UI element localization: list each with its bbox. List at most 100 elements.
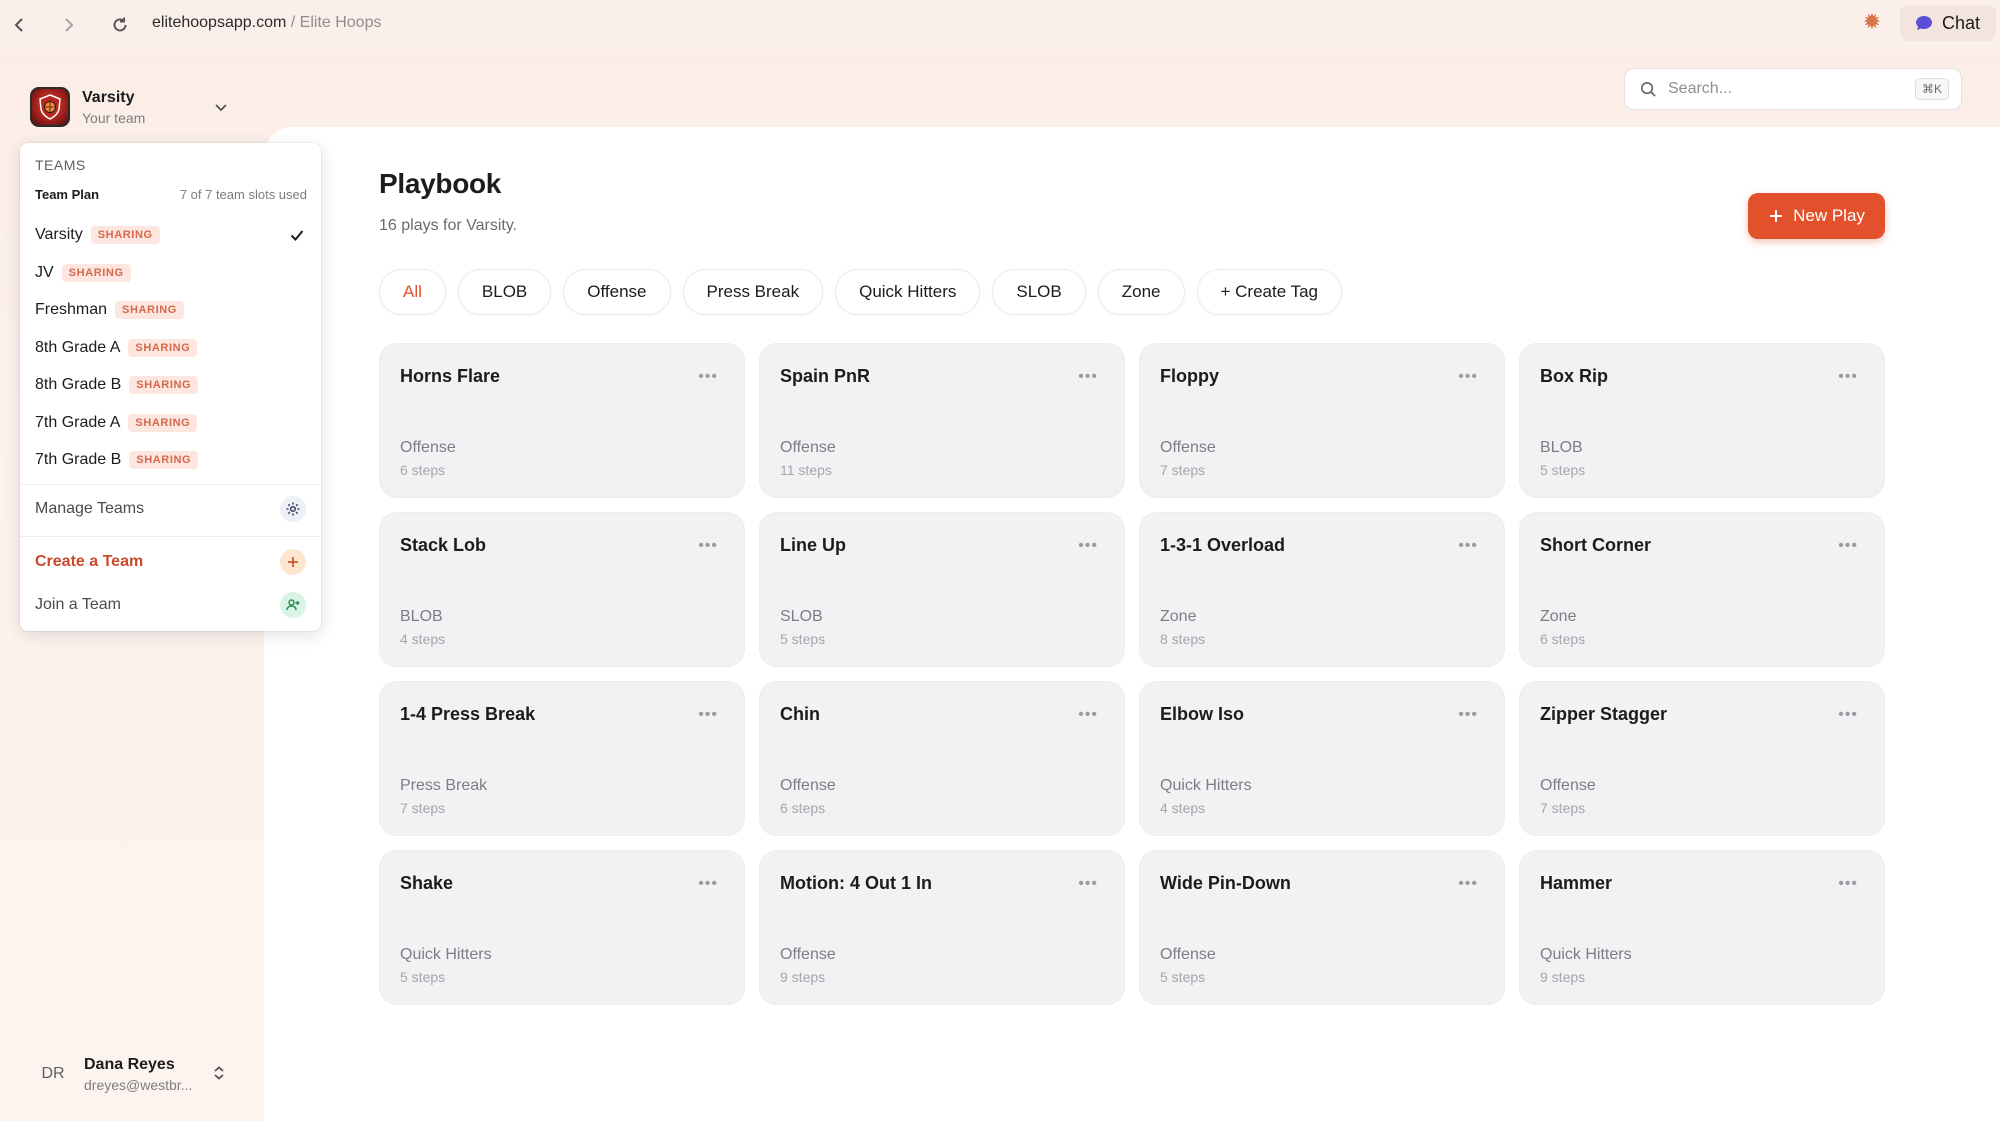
user-menu[interactable]: DR Dana Reyes dreyes@westbr... (30, 1050, 235, 1098)
more-horizontal-icon[interactable]: ••• (1838, 706, 1858, 724)
play-title: Spain PnR (780, 366, 871, 386)
play-card[interactable]: Floppy Offense 7 steps ••• (1139, 343, 1505, 498)
play-steps: 4 steps (1160, 800, 1206, 816)
play-title: Short Corner (1540, 535, 1652, 555)
more-horizontal-icon[interactable]: ••• (698, 875, 718, 893)
tag-filter[interactable]: Press Break (682, 269, 824, 315)
play-card[interactable]: Zipper Stagger Offense 7 steps ••• (1519, 681, 1885, 836)
play-card[interactable]: Chin Offense 6 steps ••• (759, 681, 1125, 836)
more-horizontal-icon[interactable]: ••• (1458, 537, 1478, 555)
play-steps: 7 steps (1540, 800, 1586, 816)
sharing-badge: SHARING (128, 338, 198, 357)
forward-button[interactable] (48, 5, 88, 45)
more-horizontal-icon[interactable]: ••• (1458, 368, 1478, 386)
chevron-up-down-icon (214, 1066, 224, 1080)
play-card[interactable]: Motion: 4 Out 1 In Offense 9 steps ••• (759, 850, 1125, 1005)
play-card[interactable]: Line Up SLOB 5 steps ••• (759, 512, 1125, 667)
team-item[interactable]: 7th Grade B SHARING (35, 445, 306, 475)
chat-bubble-icon (1916, 16, 1932, 30)
team-item[interactable]: Freshman SHARING (35, 295, 306, 325)
back-button[interactable] (0, 5, 40, 45)
tag-filter[interactable]: All (379, 269, 446, 315)
manage-teams-item[interactable]: Manage Teams (35, 493, 306, 525)
play-card[interactable]: 1-3-1 Overload Zone 8 steps ••• (1139, 512, 1505, 667)
play-card[interactable]: Spain PnR Offense 11 steps ••• (759, 343, 1125, 498)
tag-filter[interactable]: SLOB (992, 269, 1086, 315)
play-steps: 7 steps (400, 800, 446, 816)
more-horizontal-icon[interactable]: ••• (1458, 706, 1478, 724)
new-play-label: New Play (1793, 206, 1865, 225)
team-item[interactable]: 8th Grade A SHARING (35, 333, 306, 363)
create-team-item[interactable]: Create a Team (35, 546, 306, 578)
play-card[interactable]: Horns Flare Offense 6 steps ••• (379, 343, 745, 498)
team-logo (30, 87, 70, 127)
team-switcher[interactable]: Varsity Your team (30, 84, 235, 130)
team-item[interactable]: 8th Grade B SHARING (35, 370, 306, 400)
search-input[interactable]: Search... ⌘K (1624, 68, 1962, 110)
more-horizontal-icon[interactable]: ••• (698, 706, 718, 724)
team-item-name: Freshman (35, 301, 108, 318)
dropdown-heading: TEAMS (35, 157, 86, 173)
play-card[interactable]: Shake Quick Hitters 5 steps ••• (379, 850, 745, 1005)
chat-button[interactable]: Chat (1900, 5, 1996, 41)
divider (20, 536, 321, 537)
play-tag: Quick Hitters (1540, 946, 1632, 963)
play-title: Chin (780, 704, 820, 724)
more-horizontal-icon[interactable]: ••• (1078, 537, 1098, 555)
team-item[interactable]: JV SHARING (35, 258, 306, 288)
play-title: 1-3-1 Overload (1160, 535, 1286, 555)
more-horizontal-icon[interactable]: ••• (698, 368, 718, 386)
play-tag: SLOB (780, 608, 823, 625)
tag-filter[interactable]: Zone (1097, 269, 1185, 315)
play-title: Motion: 4 Out 1 In (780, 873, 932, 893)
play-steps: 5 steps (1160, 969, 1206, 985)
tag-filter[interactable]: BLOB (457, 269, 552, 315)
play-card[interactable]: Stack Lob BLOB 4 steps ••• (379, 512, 745, 667)
play-tag: BLOB (400, 608, 443, 625)
manage-teams-label: Manage Teams (35, 500, 145, 517)
team-item-name: JV (35, 263, 54, 281)
play-title: Wide Pin-Down (1160, 873, 1291, 893)
basketball-shield-icon (39, 94, 61, 120)
team-item[interactable]: Varsity SHARING (35, 220, 306, 250)
play-steps: 5 steps (1540, 462, 1586, 478)
more-horizontal-icon[interactable]: ••• (1838, 368, 1858, 386)
more-horizontal-icon[interactable]: ••• (1838, 875, 1858, 893)
more-horizontal-icon[interactable]: ••• (1078, 706, 1098, 724)
play-card[interactable]: Hammer Quick Hitters 9 steps ••• (1519, 850, 1885, 1005)
play-steps: 8 steps (1160, 631, 1206, 647)
play-card[interactable]: Box Rip BLOB 5 steps ••• (1519, 343, 1885, 498)
new-play-button[interactable]: New Play (1748, 193, 1885, 239)
play-card[interactable]: Short Corner Zone 6 steps ••• (1519, 512, 1885, 667)
play-title: Box Rip (1540, 366, 1609, 386)
more-horizontal-icon[interactable]: ••• (1458, 875, 1478, 893)
page-title: Playbook (379, 168, 502, 199)
plan-name: Team Plan (35, 187, 100, 202)
team-item[interactable]: 7th Grade A SHARING (35, 408, 306, 438)
play-tag: Press Break (400, 777, 488, 794)
plus-icon (1770, 210, 1783, 222)
play-title: Elbow Iso (1160, 704, 1245, 724)
more-horizontal-icon[interactable]: ••• (1838, 537, 1858, 555)
sharing-badge: SHARING (128, 413, 198, 432)
address-bar[interactable]: elitehoopsapp.com / Elite Hoops (152, 14, 381, 32)
reload-button[interactable] (100, 5, 140, 45)
url-host: elitehoopsapp.com (152, 14, 287, 31)
more-horizontal-icon[interactable]: ••• (1078, 875, 1098, 893)
plus-icon (280, 549, 306, 575)
more-horizontal-icon[interactable]: ••• (698, 537, 718, 555)
url-site-name: Elite Hoops (299, 14, 382, 31)
sparkle-icon[interactable]: ✹ (1860, 10, 1884, 34)
join-team-label: Join a Team (35, 596, 121, 613)
play-card[interactable]: Elbow Iso Quick Hitters 4 steps ••• (1139, 681, 1505, 836)
more-horizontal-icon[interactable]: ••• (1078, 368, 1098, 386)
team-item-name: 8th Grade A (35, 338, 121, 356)
join-team-item[interactable]: Join a Team (35, 589, 306, 621)
tag-filter[interactable]: Quick Hitters (835, 269, 981, 315)
create-tag-button[interactable]: + Create Tag (1196, 269, 1343, 315)
url-separator: / (286, 14, 300, 31)
play-card[interactable]: 1-4 Press Break Press Break 7 steps ••• (379, 681, 745, 836)
tag-filter[interactable]: Offense (563, 269, 671, 315)
user-name: Dana Reyes (84, 1055, 175, 1073)
play-card[interactable]: Wide Pin-Down Offense 5 steps ••• (1139, 850, 1505, 1005)
